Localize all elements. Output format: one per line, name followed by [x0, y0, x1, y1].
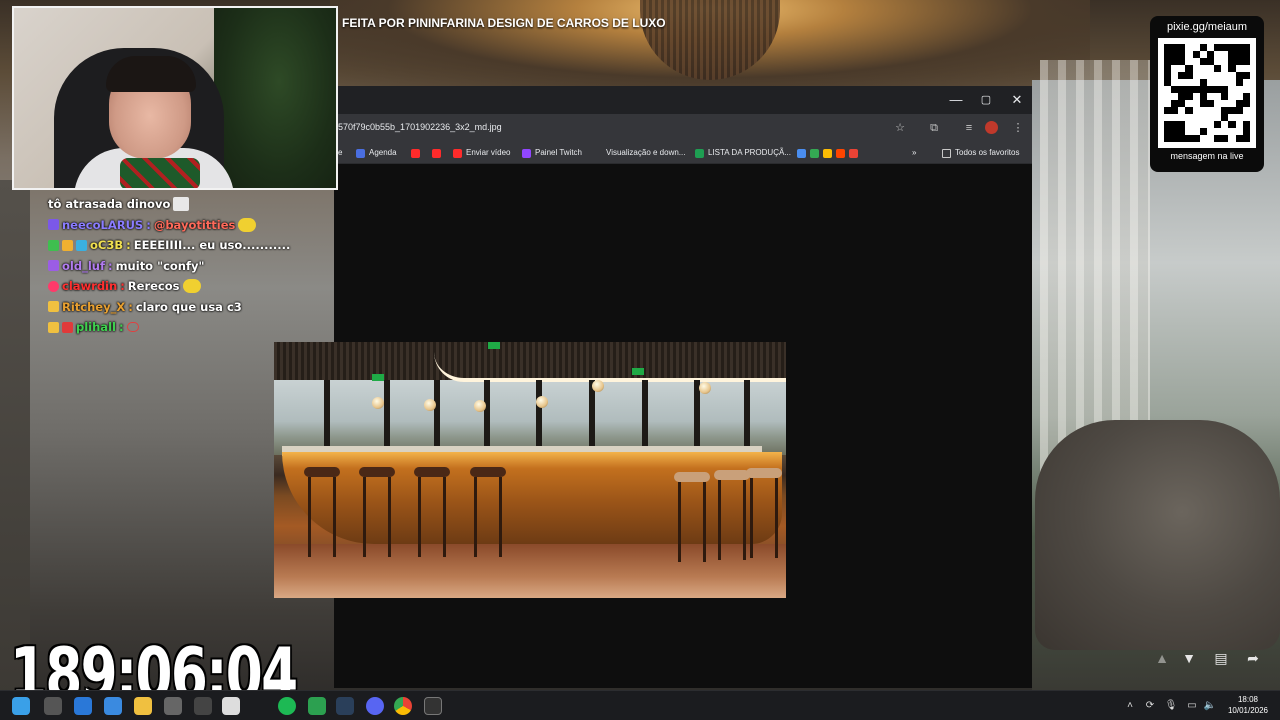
taskbar-app-icon[interactable] [104, 697, 122, 715]
url-text[interactable]: 570f79c0b55b_1701902236_3x2_md.jpg [338, 122, 502, 132]
badge [48, 301, 59, 313]
youtube-icon [453, 148, 462, 158]
bookmarks-overflow-button[interactable]: » [912, 146, 916, 160]
calendar-icon [356, 148, 365, 158]
stream-title: FEITA POR PININFARINA DESIGN DE CARROS D… [342, 16, 666, 30]
network-icon[interactable]: ▭ [1185, 699, 1199, 713]
taskbar-app-icon[interactable] [164, 697, 182, 715]
bookmark-youtube[interactable] [411, 146, 420, 160]
windows-taskbar: ˄ ⟳ 🎙 ▭ 🔈 18:08 10/01/2026 [0, 690, 1280, 720]
comment-icon[interactable]: ▤ [1212, 649, 1230, 667]
spotify-icon[interactable] [278, 697, 296, 715]
sheets-icon [695, 148, 704, 158]
taskbar-app-icon[interactable] [194, 697, 212, 715]
bookmark-app-icon [797, 148, 806, 158]
tray-app-icon[interactable]: ⟳ [1143, 699, 1157, 713]
badge [48, 239, 59, 251]
chat-overlay: tô atrasada dinovo neecoLARUS : @bayotit… [48, 194, 338, 338]
christmas-mug [120, 158, 200, 188]
heart-badge [48, 280, 59, 292]
chat-username[interactable]: plihall [76, 320, 116, 334]
close-button[interactable]: ✕ [1007, 90, 1027, 110]
maximize-button[interactable]: ▢ [976, 90, 996, 110]
thumbs-down-icon[interactable]: ▼ [1180, 649, 1198, 667]
folder-icon [942, 148, 951, 158]
chat-username[interactable]: neecoLARUS [62, 218, 143, 232]
discord-icon[interactable] [366, 697, 384, 715]
pixie-qr-panel[interactable]: pixie.gg/meiaum envie uma mensagem na li… [1150, 16, 1264, 172]
microphone-icon[interactable]: 🎙 [1164, 699, 1178, 713]
chat-username[interactable]: clawrdin [62, 279, 117, 293]
chrome-icon[interactable] [394, 697, 412, 715]
thumbs-up-icon[interactable]: ▲ [1153, 649, 1171, 667]
badge [62, 239, 73, 251]
tray-overflow-icon[interactable]: ˄ [1123, 699, 1137, 713]
taskbar-app-icon[interactable] [222, 697, 240, 715]
bookmark-youtube-2[interactable] [432, 146, 441, 160]
address-bar[interactable]: 570f79c0b55b_1701902236_3x2_md.jpg ☆ ⧉ ≡… [334, 114, 1032, 142]
badge [48, 260, 59, 272]
file-explorer-icon[interactable] [134, 697, 152, 715]
youtube-icon [432, 148, 441, 158]
bookmark-partial[interactable]: e [338, 146, 342, 160]
terminal-icon[interactable] [424, 697, 442, 715]
bookmark-enviar-video[interactable]: Enviar vídeo [453, 146, 510, 160]
lounge-bar-image[interactable] [274, 342, 786, 598]
steam-icon[interactable] [336, 697, 354, 715]
chat-message: neecoLARUS : @bayotitties [48, 215, 338, 236]
chat-username[interactable]: oC3B [90, 238, 123, 252]
laugh-emote [182, 279, 201, 294]
badge [48, 321, 59, 333]
taskbar-app-icon[interactable] [44, 697, 62, 715]
qr-url: pixie.gg/meiaum [1166, 21, 1248, 33]
youtube-icon [411, 148, 420, 158]
christmas-tree [214, 8, 336, 188]
menu-kebab-icon[interactable]: ⋮ [1010, 120, 1026, 136]
share-icon[interactable]: ➦ [1244, 649, 1262, 667]
drive-icon [810, 148, 819, 158]
chat-username[interactable]: old_luf [62, 259, 105, 273]
bookmark-star-icon[interactable]: ☆ [892, 120, 908, 136]
profile-avatar-icon[interactable] [985, 121, 998, 134]
volume-icon[interactable]: 🔈 [1203, 699, 1217, 713]
face-emote [126, 322, 139, 333]
bookmark-lista-producao[interactable]: LISTA DA PRODUÇÃ... [695, 146, 791, 160]
bookmark-painel-twitch[interactable]: Painel Twitch [522, 146, 582, 160]
taskbar-clock[interactable]: 18:08 10/01/2026 [1222, 694, 1274, 716]
chat-message: clawrdin : Rerecos [48, 276, 338, 297]
qr-code [1158, 38, 1256, 148]
edge-icon[interactable] [74, 697, 92, 715]
tab-search-icon[interactable]: ≡ [961, 120, 977, 136]
qr-message: envie uma mensagem na live [1170, 140, 1244, 161]
pepe-emote [173, 197, 190, 212]
bookmark-visualizacao[interactable]: Visualização e down... [606, 146, 685, 160]
bookmark-icons-group[interactable] [797, 146, 858, 160]
gift-badge [62, 321, 73, 333]
chat-message: plihall : [48, 317, 338, 338]
bookmarks-bar: e Agenda Enviar vídeo Painel Twitch Visu… [334, 142, 1032, 164]
gmail-icon [849, 148, 858, 158]
keep-icon [823, 148, 832, 158]
chat-message: oC3B : EEEEIIII... eu uso........... [48, 235, 338, 256]
webcam-overlay [12, 6, 338, 190]
laugh-emote [238, 217, 257, 232]
start-icon[interactable] [12, 697, 30, 715]
twitch-icon [522, 148, 531, 158]
bookmark-agenda[interactable]: Agenda [356, 146, 397, 160]
chat-username[interactable]: Ritchey_X [62, 300, 125, 314]
chat-message: Ritchey_X : claro que usa c3 [48, 297, 338, 318]
chat-message: tô atrasada dinovo [48, 194, 338, 215]
background-left-wall [0, 180, 30, 700]
minimize-button[interactable]: — [946, 90, 966, 110]
background-armchair [1035, 420, 1280, 650]
bookmark-all-favorites[interactable]: Todos os favoritos [942, 146, 1019, 160]
extensions-icon[interactable]: ⧉ [926, 120, 942, 136]
chat-message: old_luf : muito "confy" [48, 256, 338, 277]
taskbar-app-icon[interactable] [308, 697, 326, 715]
reddit-icon [836, 148, 845, 158]
browser-titlebar[interactable]: — ▢ ✕ [334, 86, 1032, 114]
subscriber-badge [48, 219, 59, 231]
badge [76, 239, 87, 251]
